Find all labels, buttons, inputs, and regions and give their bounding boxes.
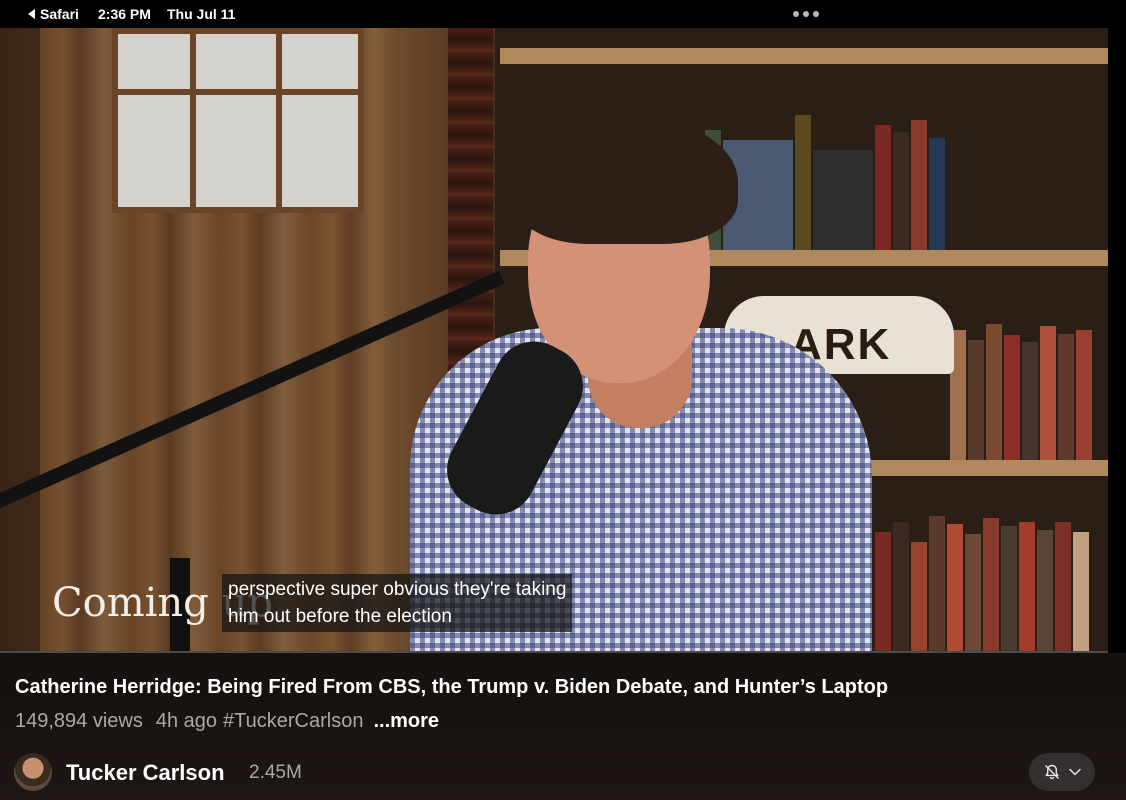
video-player[interactable]: ARK Coming up perspective super obvious … — [0, 28, 1108, 652]
multitasking-dots-icon[interactable] — [793, 11, 819, 17]
video-scene-window — [112, 28, 364, 213]
video-closed-caption: perspective super obvious they're taking… — [222, 574, 573, 632]
caption-line-1: perspective super obvious they're taking — [228, 579, 567, 600]
video-scene-books — [875, 508, 1089, 652]
chevron-down-icon — [1069, 768, 1081, 776]
video-scene-books — [705, 108, 945, 250]
bell-slash-icon — [1043, 763, 1061, 781]
video-scene-shelf — [500, 48, 1108, 64]
youtube-watch-screen: Safari 2:36 PM Thu Jul 11 ARK Coming up … — [0, 0, 1126, 800]
video-scene-person-hair — [513, 114, 738, 244]
status-bar: Safari 2:36 PM Thu Jul 11 — [0, 0, 1126, 28]
back-arrow-icon — [28, 9, 35, 19]
channel-name[interactable]: Tucker Carlson — [66, 760, 225, 786]
view-count: 149,894 views — [15, 710, 143, 732]
channel-avatar[interactable] — [14, 753, 52, 791]
video-title[interactable]: Catherine Herridge: Being Fired From CBS… — [15, 676, 888, 699]
caption-line-2: him out before the election — [228, 606, 452, 627]
subscriber-count: 2.45M — [249, 762, 302, 783]
video-scene-books — [950, 318, 1092, 460]
notifications-button[interactable] — [1029, 753, 1095, 791]
video-meta: 149,894 views 4h ago #TuckerCarlson ...m… — [15, 710, 439, 733]
status-date: Thu Jul 11 — [167, 6, 236, 22]
status-time: 2:36 PM — [98, 6, 151, 22]
video-details-panel: Catherine Herridge: Being Fired From CBS… — [0, 653, 1126, 800]
upload-age: 4h ago — [155, 710, 218, 732]
back-to-safari[interactable]: Safari — [28, 6, 79, 22]
more-description-button[interactable]: ...more — [373, 710, 439, 733]
hashtag-link[interactable]: #TuckerCarlson — [223, 710, 363, 733]
back-app-label: Safari — [40, 6, 79, 22]
